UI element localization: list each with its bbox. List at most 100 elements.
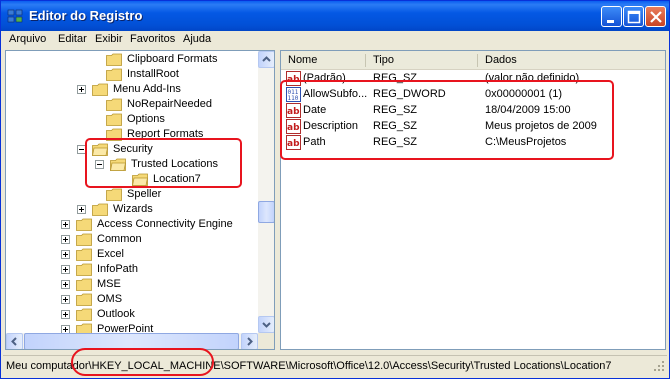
tree-item[interactable]: Excel (6, 247, 256, 262)
column-header-data[interactable]: Dados (485, 54, 517, 66)
menu-editar[interactable]: Editar (58, 33, 87, 45)
value-name: (Padrão) (303, 72, 346, 84)
expand-icon[interactable] (61, 250, 70, 259)
string-value-icon: ab (286, 135, 301, 150)
expand-icon[interactable] (77, 85, 86, 94)
maximize-button[interactable] (623, 6, 644, 27)
tree-item-label: Excel (97, 248, 124, 260)
tree-item-label: Speller (127, 188, 162, 200)
scroll-right-button[interactable] (241, 333, 258, 349)
folder-icon (106, 128, 122, 141)
folder-icon (76, 308, 92, 321)
value-row[interactable]: ab Date REG_SZ 18/04/2009 15:00 (281, 103, 665, 119)
tree-item[interactable]: Common (6, 232, 256, 247)
expand-icon[interactable] (61, 310, 70, 319)
registry-editor-window: Editor do Registro Arquivo Editar Exibir… (0, 0, 670, 379)
status-bar: Meu computador\HKEY_LOCAL_MACHINE\SOFTWA… (3, 355, 667, 375)
value-type: REG_SZ (373, 120, 418, 132)
value-row[interactable]: ab Description REG_SZ Meus projetos de 2009 (281, 119, 665, 135)
tree-item[interactable]: Speller (6, 187, 256, 202)
registry-editor-icon (7, 9, 23, 23)
value-data: (valor não definido) (485, 72, 580, 84)
arrow-up-icon (262, 56, 271, 62)
tree-item-label: NoRepairNeeded (127, 98, 212, 110)
column-header-type[interactable]: Tipo (373, 54, 394, 66)
title-bar[interactable]: Editor do Registro (1, 1, 669, 31)
open-folder-icon (110, 158, 126, 171)
tree-item[interactable]: Menu Add-Ins (6, 82, 256, 97)
tree-item[interactable]: Location7 (6, 172, 256, 187)
folder-icon (76, 218, 92, 231)
expand-icon[interactable] (61, 235, 70, 244)
tree-vertical-scrollbar[interactable] (258, 51, 274, 333)
open-folder-icon (92, 143, 108, 156)
folder-icon (76, 278, 92, 291)
scroll-down-button[interactable] (258, 316, 274, 333)
value-name: Path (303, 136, 326, 148)
value-name: AllowSubfo... (303, 88, 368, 100)
menu-favoritos[interactable]: Favoritos (130, 33, 175, 45)
menu-exibir[interactable]: Exibir (95, 33, 123, 45)
column-divider[interactable] (365, 54, 366, 67)
tree-item-label: InstallRoot (127, 68, 179, 80)
value-row[interactable]: 011 110 AllowSubfo... REG_DWORD 0x00000001 (… (281, 87, 665, 103)
value-data: 18/04/2009 15:00 (485, 104, 571, 116)
expand-icon[interactable] (61, 280, 70, 289)
collapse-icon[interactable] (77, 145, 86, 154)
open-folder-icon (132, 173, 148, 186)
column-header-name[interactable]: Nome (288, 54, 317, 66)
folder-icon (106, 188, 122, 201)
value-data: 0x00000001 (1) (485, 88, 563, 100)
tree-item-label: Access Connectivity Engine (97, 218, 233, 230)
tree-item[interactable]: OMS (6, 292, 256, 307)
collapse-icon[interactable] (95, 160, 104, 169)
tree-item-label: OMS (97, 293, 123, 305)
tree-item-label: InfoPath (97, 263, 138, 275)
tree-item[interactable]: Access Connectivity Engine (6, 217, 256, 232)
value-row[interactable]: ab (Padrão) REG_SZ (valor não definido) (281, 71, 665, 87)
tree-item[interactable]: Options (6, 112, 256, 127)
menu-arquivo[interactable]: Arquivo (9, 33, 46, 45)
values-list-pane[interactable]: Nome Tipo Dados ab (Padrão) REG_SZ (valor n… (280, 50, 666, 350)
svg-text:ab: ab (287, 107, 300, 117)
menu-bar: Arquivo Editar Exibir Favoritos Ajuda (3, 31, 667, 49)
binary-value-icon: 011110 (286, 87, 301, 102)
tree-item[interactable]: Clipboard Formats (6, 52, 256, 67)
close-button[interactable] (645, 6, 666, 27)
scroll-left-button[interactable] (6, 333, 23, 349)
tree-item[interactable]: NoRepairNeeded (6, 97, 256, 112)
close-icon (650, 11, 662, 23)
minimize-button[interactable] (601, 6, 622, 27)
string-value-icon: ab (286, 103, 301, 118)
tree-vscroll-thumb[interactable] (258, 201, 274, 223)
scroll-up-button[interactable] (258, 51, 274, 68)
menu-ajuda[interactable]: Ajuda (183, 33, 211, 45)
expand-icon[interactable] (61, 265, 70, 274)
tree-item-label: Clipboard Formats (127, 53, 218, 65)
column-divider[interactable] (477, 54, 478, 67)
tree-item[interactable]: InstallRoot (6, 67, 256, 82)
tree-item[interactable]: Outlook (6, 307, 256, 322)
svg-text:ab: ab (287, 123, 300, 133)
expand-icon[interactable] (61, 295, 70, 304)
folder-icon (106, 68, 122, 81)
tree-item-label: MSE (97, 278, 121, 290)
value-type: REG_SZ (373, 136, 418, 148)
tree-item[interactable]: MSE (6, 277, 256, 292)
tree-item[interactable]: Security (6, 142, 256, 157)
folder-icon (76, 263, 92, 276)
folder-icon (76, 233, 92, 246)
tree-item[interactable]: Report Formats (6, 127, 256, 142)
value-type: REG_SZ (373, 104, 418, 116)
expand-icon[interactable] (77, 205, 86, 214)
tree-item[interactable]: Wizards (6, 202, 256, 217)
value-row[interactable]: ab Path REG_SZ C:\MeusProjetos (281, 135, 665, 151)
key-tree-pane[interactable]: Clipboard Formats InstallRoot Menu Add-Ins… (5, 50, 275, 350)
expand-icon[interactable] (61, 220, 70, 229)
value-name: Date (303, 104, 327, 116)
tree-horizontal-scrollbar[interactable] (6, 333, 258, 349)
resize-grip-icon[interactable] (653, 360, 665, 372)
tree-item[interactable]: InfoPath (6, 262, 256, 277)
tree-item[interactable]: Trusted Locations (6, 157, 256, 172)
tree-hscroll-thumb[interactable] (24, 333, 239, 349)
